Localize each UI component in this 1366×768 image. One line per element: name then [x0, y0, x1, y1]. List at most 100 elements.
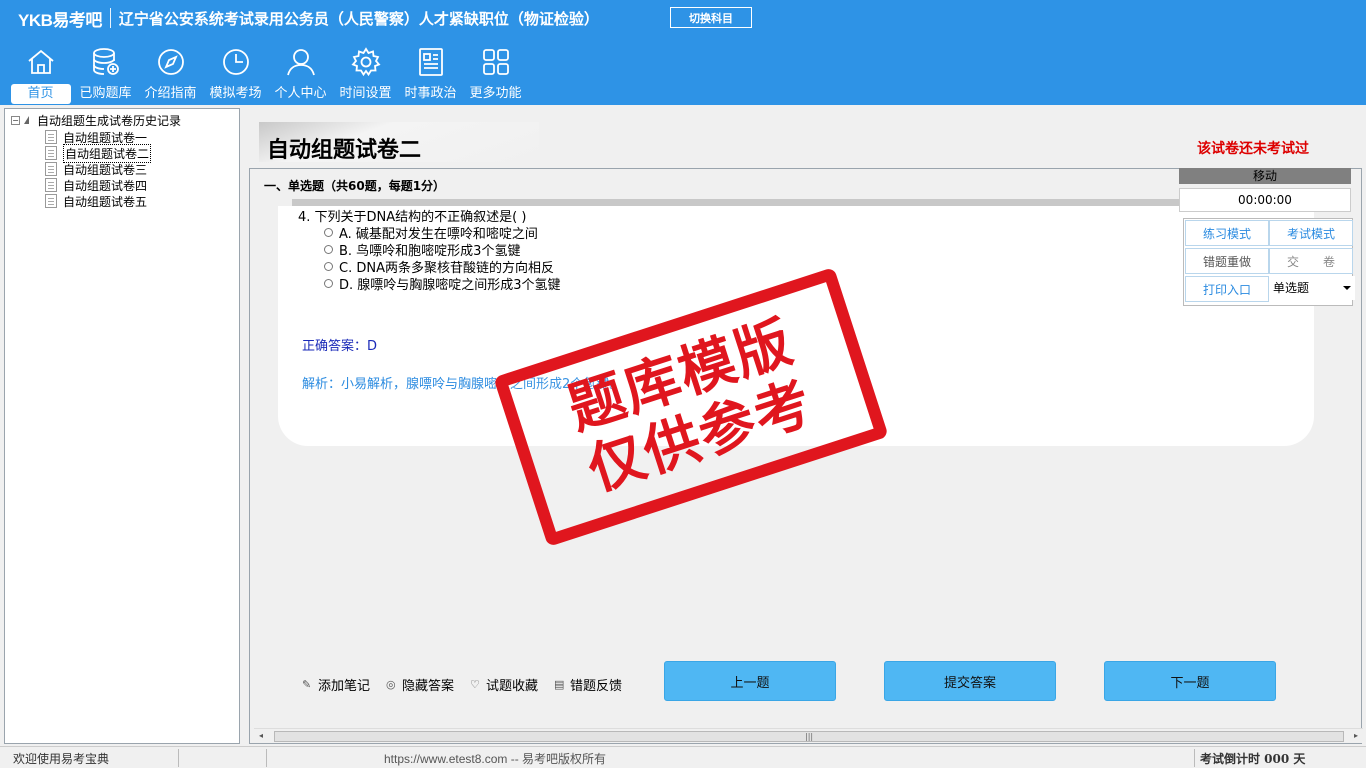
home-icon — [27, 49, 54, 74]
main-nav: 首页 已购题库 介绍指南 模拟考场 个人中心 时间设置 时事政治 更多功能 — [8, 46, 528, 104]
exam-mode-button[interactable]: 考试模式 — [1269, 220, 1353, 246]
nav-purchased-bank[interactable]: 已购题库 — [73, 46, 138, 104]
grip-icon: ||| — [805, 732, 814, 741]
timer-display: 00:00:00 — [1179, 188, 1351, 212]
tool-label: 隐藏答案 — [402, 679, 455, 694]
tree-root[interactable]: − 自动组题生成试卷历史记录 — [11, 113, 182, 128]
option-c[interactable]: C. DNA两条多聚核苷酸链的方向相反 — [324, 258, 561, 276]
exam-countdown: 考试倒计时 000 天 — [1200, 752, 1306, 766]
document-icon — [45, 178, 57, 192]
document-icon — [45, 162, 57, 176]
radio-button[interactable] — [324, 228, 333, 237]
document-icon — [45, 194, 57, 208]
control-buttons: 练习模式 考试模式 错题重做 交 卷 打印入口 单选题 — [1183, 218, 1355, 306]
grid-icon — [482, 49, 509, 75]
scroll-left-icon[interactable]: ◂ — [259, 731, 263, 740]
move-handle[interactable]: 移动 — [1179, 168, 1351, 184]
tree-item[interactable]: 自动组题试卷三 — [45, 161, 151, 177]
next-question-button[interactable]: 下一题 — [1104, 661, 1276, 701]
favorite-tool[interactable]: ♡ 试题收藏 — [470, 675, 538, 694]
status-divider — [266, 749, 267, 767]
folder-triangle-icon — [24, 116, 29, 124]
add-note-tool[interactable]: ✎ 添加笔记 — [302, 675, 370, 694]
nav-label: 个人中心 — [274, 86, 327, 101]
status-divider — [1194, 749, 1195, 767]
nav-label: 时事政治 — [404, 86, 457, 101]
welcome-text: 欢迎使用易考宝典 — [13, 752, 110, 766]
nav-mock-exam[interactable]: 模拟考场 — [203, 46, 268, 104]
document-icon — [45, 130, 57, 144]
eye-icon: ◎ — [386, 677, 396, 691]
hide-answer-tool[interactable]: ◎ 隐藏答案 — [386, 675, 454, 694]
clock-icon — [222, 49, 249, 75]
section-heading: 一、单选题（共60题，每题1分） — [264, 179, 446, 193]
tree-item-selected[interactable]: 自动组题试卷二 — [45, 143, 152, 163]
option-a[interactable]: A. 碱基配对发生在嘌呤和嘧啶之间 — [324, 224, 561, 242]
status-bar: 欢迎使用易考宝典 https://www.etest8.com -- 易考吧版权… — [0, 746, 1366, 768]
compass-icon — [157, 49, 184, 75]
tree-item[interactable]: 自动组题试卷五 — [45, 193, 151, 209]
radio-button[interactable] — [324, 262, 333, 271]
options-list: A. 碱基配对发生在嘌呤和嘧啶之间 B. 鸟嘌呤和胞嘧啶形成3个氢键 C. DN… — [324, 224, 561, 293]
control-panel: 移动 00:00:00 练习模式 考试模式 错题重做 交 卷 打印入口 单选题 — [1179, 168, 1355, 318]
nav-current-affairs[interactable]: 时事政治 — [398, 46, 463, 104]
correct-answer: 正确答案：D — [302, 339, 378, 354]
logo: YKB易考吧 — [18, 10, 102, 30]
header: YKB易考吧 辽宁省公安系统考试录用公务员（人民警察）人才紧缺职位（物证检验） … — [0, 0, 1366, 105]
document-icon — [45, 146, 57, 160]
question-bar — [292, 199, 1187, 206]
hand-in-button[interactable]: 交 卷 — [1269, 248, 1353, 274]
title-divider — [109, 8, 111, 28]
tool-label: 添加笔记 — [318, 679, 371, 694]
feedback-icon: ▤ — [554, 677, 565, 691]
switch-subject-button[interactable]: 切换科目 — [670, 7, 752, 28]
user-icon — [286, 49, 315, 76]
scroll-right-icon[interactable]: ▸ — [1354, 731, 1358, 740]
database-icon — [92, 48, 119, 75]
scroll-thumb[interactable]: ||| — [274, 731, 1344, 742]
tool-label: 试题收藏 — [486, 679, 539, 694]
nav-label: 时间设置 — [339, 86, 392, 101]
radio-button[interactable] — [324, 245, 333, 254]
title-bar: YKB易考吧 辽宁省公安系统考试录用公务员（人民警察）人才紧缺职位（物证检验） — [0, 0, 599, 36]
submit-answer-button[interactable]: 提交答案 — [884, 661, 1056, 701]
collapse-icon[interactable]: − — [11, 115, 20, 125]
option-d[interactable]: D. 腺嘌呤与胸腺嘧啶之间形成3个氢键 — [324, 275, 561, 293]
tree-children: 自动组题试卷一 自动组题试卷二 自动组题试卷三 自动组题试卷四 自动组题试卷五 — [45, 129, 152, 209]
history-tree: − 自动组题生成试卷历史记录 自动组题试卷一 自动组题试卷二 自动组题试卷三 自… — [4, 108, 240, 744]
nav-personal-center[interactable]: 个人中心 — [268, 46, 333, 104]
tree-item-label: 自动组题试卷四 — [63, 178, 148, 193]
pencil-icon: ✎ — [302, 677, 312, 691]
print-entry-button[interactable]: 打印入口 — [1185, 276, 1269, 302]
tree-item-label: 自动组题试卷三 — [63, 162, 148, 177]
practice-mode-button[interactable]: 练习模式 — [1185, 220, 1269, 246]
question-tools: ✎ 添加笔记 ◎ 隐藏答案 ♡ 试题收藏 ▤ 错题反馈 — [302, 675, 638, 694]
tree-item[interactable]: 自动组题试卷四 — [45, 177, 151, 193]
tree-root-label: 自动组题生成试卷历史记录 — [37, 113, 182, 128]
news-icon — [418, 48, 443, 76]
paper-title: 自动组题试卷二 — [267, 138, 422, 163]
nav-label: 已购题库 — [79, 86, 132, 101]
exam-title: 辽宁省公安系统考试录用公务员（人民警察）人才紧缺职位（物证检验） — [118, 9, 599, 28]
redo-errors-button[interactable]: 错题重做 — [1185, 248, 1269, 274]
option-b[interactable]: B. 鸟嘌呤和胞嘧啶形成3个氢键 — [324, 241, 561, 259]
horizontal-scrollbar[interactable]: ◂ ||| ▸ — [254, 728, 1363, 743]
heart-icon: ♡ — [470, 677, 480, 691]
gear-icon — [350, 47, 381, 77]
question-type-select[interactable]: 单选题 — [1271, 276, 1355, 300]
nav-label: 更多功能 — [469, 86, 522, 101]
nav-label: 介绍指南 — [144, 86, 197, 101]
nav-label: 首页 — [10, 84, 71, 104]
tree-item-label: 自动组题试卷五 — [63, 194, 148, 209]
nav-more[interactable]: 更多功能 — [463, 46, 528, 104]
nav-label: 模拟考场 — [209, 86, 262, 101]
nav-time-settings[interactable]: 时间设置 — [333, 46, 398, 104]
error-feedback-tool[interactable]: ▤ 错题反馈 — [554, 675, 622, 694]
option-label: D. 腺嘌呤与胸腺嘧啶之间形成3个氢键 — [339, 278, 561, 293]
prev-question-button[interactable]: 上一题 — [664, 661, 836, 701]
nav-guide[interactable]: 介绍指南 — [138, 46, 203, 104]
tool-label: 错题反馈 — [570, 679, 623, 694]
app-window: YKB易考吧 辽宁省公安系统考试录用公务员（人民警察）人才紧缺职位（物证检验） … — [0, 0, 1366, 768]
radio-button[interactable] — [324, 279, 333, 288]
nav-home[interactable]: 首页 — [8, 46, 73, 104]
